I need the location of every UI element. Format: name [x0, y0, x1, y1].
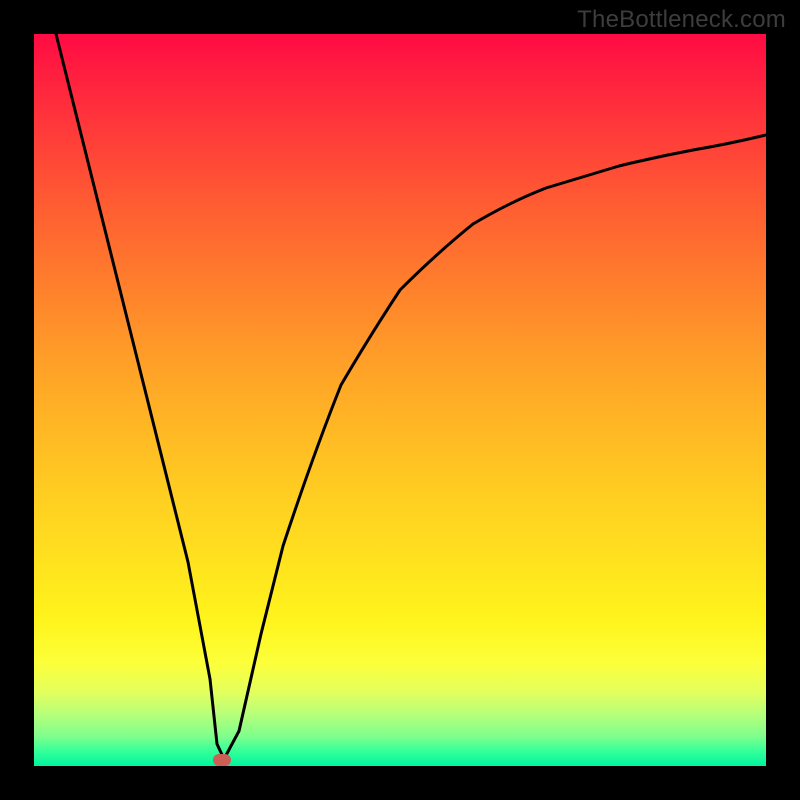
curve-path [56, 34, 766, 759]
minimum-marker [213, 754, 231, 766]
bottleneck-curve [34, 34, 766, 766]
watermark-text: TheBottleneck.com [577, 6, 786, 34]
plot-area [34, 34, 766, 766]
chart-frame: TheBottleneck.com [0, 0, 800, 800]
